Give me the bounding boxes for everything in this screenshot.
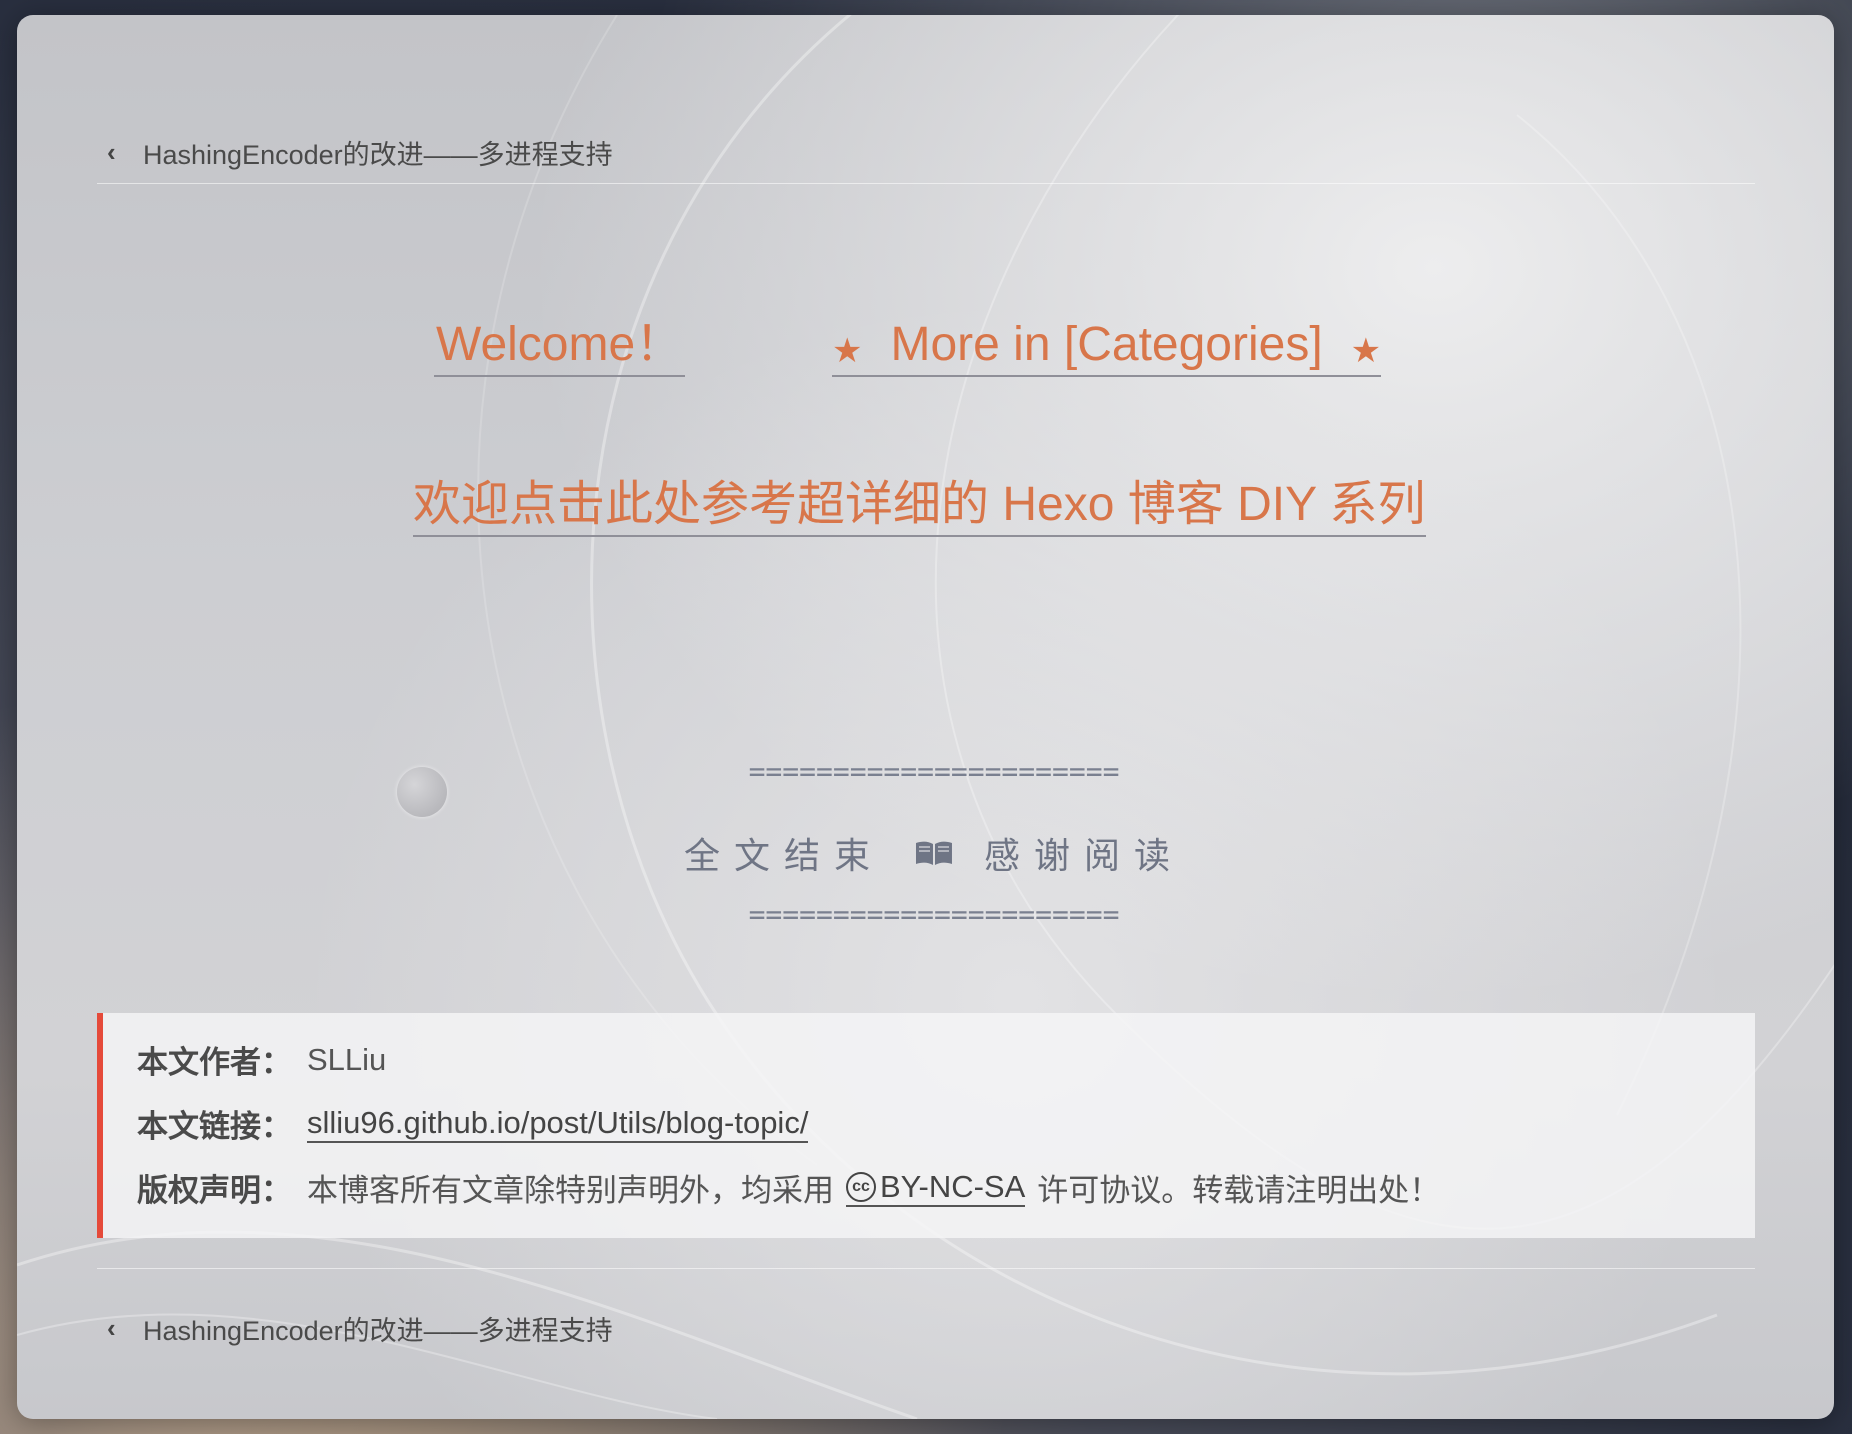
chevron-left-icon: ‹: [107, 137, 116, 167]
star-icon: ★: [832, 332, 863, 370]
top-divider: [97, 183, 1755, 184]
ending-text-left: 全文结束: [684, 835, 885, 876]
chevron-left-icon: ‹: [107, 1313, 116, 1343]
hexo-diy-series-link[interactable]: 欢迎点击此处参考超详细的 Hexo 博客 DIY 系列: [413, 475, 1426, 537]
permalink-row: 本文链接： slliu96.github.io/post/Utils/blog-…: [137, 1101, 809, 1146]
welcome-link[interactable]: Welcome！: [434, 315, 686, 377]
license-prefix: 本博客所有文章除特别声明外，均采用: [307, 1173, 834, 1208]
permalink-link[interactable]: slliu96.github.io/post/Utils/blog-topic/: [307, 1105, 809, 1143]
welcome-row: Welcome！ ★ More in [Categories] ★: [17, 315, 1834, 385]
prev-post-link-top[interactable]: ‹ HashingEncoder的改进——多进程支持: [107, 133, 613, 172]
copyright-box: 本文作者： SLLiu 本文链接： slliu96.github.io/post…: [97, 1013, 1755, 1238]
prev-post-link-bottom[interactable]: ‹ HashingEncoder的改进——多进程支持: [107, 1309, 613, 1348]
prev-post-title: HashingEncoder的改进——多进程支持: [143, 1316, 613, 1346]
cc-license-link[interactable]: cc BY-NC-SA: [846, 1168, 1026, 1207]
moon-decoration: [397, 767, 447, 817]
ending-separator-top: ======================: [748, 755, 1120, 788]
prev-post-title: HashingEncoder的改进——多进程支持: [143, 140, 613, 170]
ending-separator-bottom: ======================: [748, 898, 1120, 931]
categories-label: More in [Categories]: [890, 318, 1323, 371]
creative-commons-icon: cc: [846, 1171, 876, 1202]
categories-link[interactable]: ★ More in [Categories] ★: [832, 315, 1382, 377]
star-icon: ★: [1350, 332, 1382, 370]
bottom-divider: [97, 1268, 1755, 1269]
author-value: SLLiu: [307, 1041, 387, 1077]
permalink-label: 本文链接：: [137, 1109, 292, 1144]
license-row: 版权声明： 本博客所有文章除特别声明外，均采用 cc BY-NC-SA 许可协议…: [137, 1165, 1440, 1210]
ending-text-right: 感谢阅读: [983, 835, 1184, 876]
author-label: 本文作者：: [137, 1045, 292, 1080]
post-card: ‹ HashingEncoder的改进——多进程支持 Welcome！ ★ Mo…: [17, 15, 1834, 1419]
license-label: 版权声明：: [137, 1173, 292, 1208]
author-row: 本文作者： SLLiu: [137, 1037, 386, 1082]
ending-message: 全文结束 感谢阅读: [684, 827, 1184, 879]
license-suffix: 许可协议。转载请注明出处！: [1037, 1173, 1441, 1208]
cc-license-label: BY-NC-SA: [880, 1168, 1026, 1204]
book-icon: [916, 841, 952, 865]
